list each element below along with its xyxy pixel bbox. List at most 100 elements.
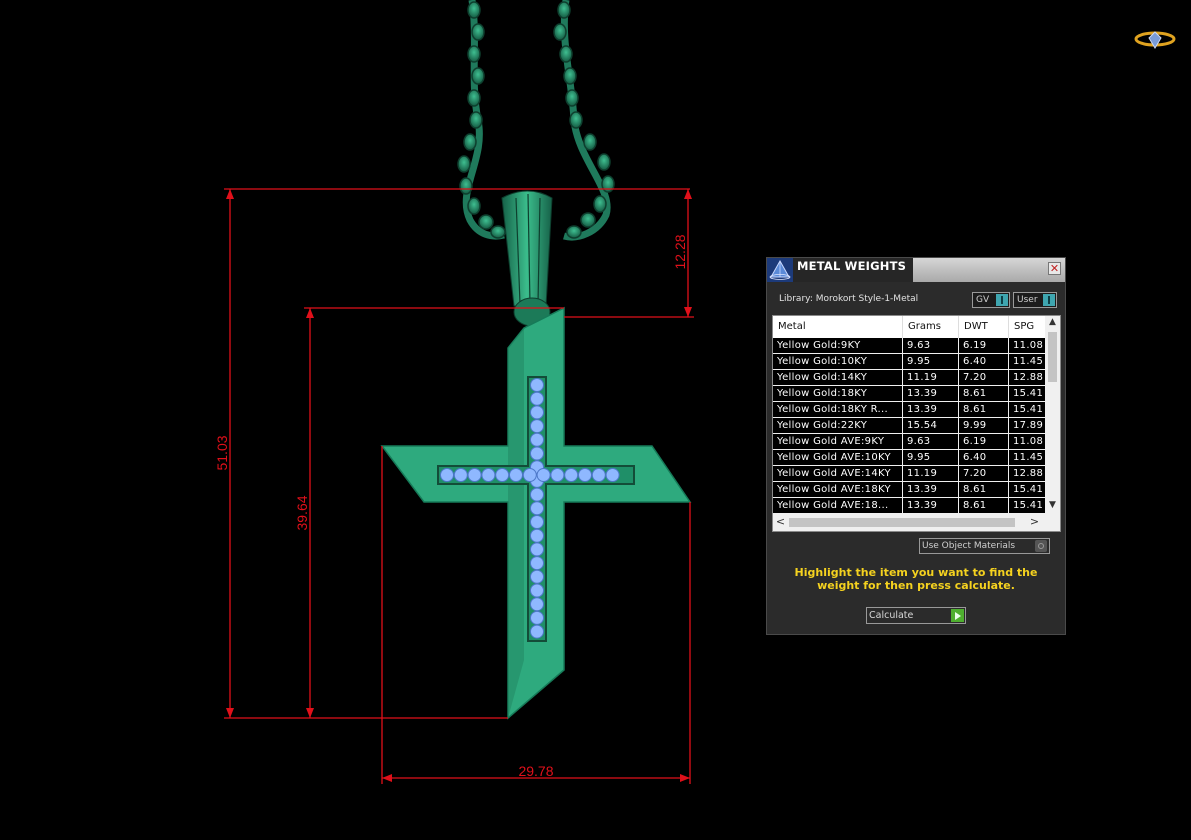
spg-cell: 15.41 (1009, 402, 1045, 417)
metal-cell: Yellow Gold:22KY (773, 418, 902, 433)
table-row[interactable]: Yellow Gold:18KY R... 13.39 8.61 15.41 (773, 402, 1045, 418)
table-row[interactable]: Yellow Gold AVE:14KY 11.19 7.20 12.88 (773, 466, 1045, 482)
table-body: Yellow Gold:9KY 9.63 6.19 11.08 Yellow Gold:… (773, 338, 1045, 514)
table-row[interactable]: Yellow Gold AVE:18... 13.39 8.61 15.41 (773, 498, 1045, 514)
dwt-cell: 8.61 (959, 402, 1008, 417)
grams-cell: 9.95 (903, 354, 958, 369)
dim-cross-height: 39.64 (294, 495, 310, 530)
table-row[interactable]: Yellow Gold:9KY 9.63 6.19 11.08 (773, 338, 1045, 354)
scroll-down-icon[interactable]: ▼ (1045, 500, 1060, 510)
stone (467, 468, 482, 482)
stone (509, 468, 523, 482)
table-row[interactable]: Yellow Gold:14KY 11.19 7.20 12.88 (773, 370, 1045, 386)
stone (530, 597, 544, 612)
calculate-button[interactable]: Calculate (866, 607, 966, 624)
table-row[interactable]: Yellow Gold AVE:18KY 13.39 8.61 15.41 (773, 482, 1045, 498)
user-toggle-label: User (1017, 295, 1038, 305)
panel-titlebar[interactable]: METAL WEIGHTS ✕ (767, 258, 1065, 282)
toggle-knob-icon (1043, 294, 1055, 306)
grams-cell: 13.39 (903, 402, 958, 417)
vertical-scrollbar[interactable]: ▲ ▼ (1045, 316, 1060, 514)
dwt-cell: 6.40 (959, 450, 1008, 465)
spg-cell: 15.41 (1009, 386, 1045, 401)
stone (591, 468, 606, 482)
stone (530, 501, 544, 516)
grams-cell: 11.19 (903, 466, 958, 481)
metal-cell: Yellow Gold AVE:18... (773, 498, 902, 513)
stone (453, 468, 468, 482)
vertical-scroll-thumb[interactable] (1048, 332, 1057, 382)
stone (550, 468, 565, 482)
stone (530, 528, 544, 543)
metal-cell: Yellow Gold AVE:9KY (773, 434, 902, 449)
spg-cell: 12.88 (1009, 466, 1045, 481)
dim-bail-height: 12.28 (672, 234, 688, 269)
scroll-left-icon[interactable]: < (773, 515, 788, 528)
stone (578, 468, 592, 482)
stone (530, 515, 544, 529)
table-row[interactable]: Yellow Gold AVE:9KY 9.63 6.19 11.08 (773, 434, 1045, 450)
dwt-cell: 6.19 (959, 338, 1008, 353)
grams-cell: 13.39 (903, 482, 958, 497)
metal-cell: Yellow Gold:18KY (773, 386, 902, 401)
scroll-right-icon[interactable]: > (1027, 515, 1042, 528)
dwt-cell: 7.20 (959, 370, 1008, 385)
stone (530, 583, 544, 598)
horizontal-scroll-thumb[interactable] (789, 518, 1015, 527)
stone (530, 378, 544, 392)
metal-table[interactable]: Metal Grams DWT SPG Yellow Gold:9KY 9.63 6… (772, 315, 1061, 532)
stone (530, 624, 544, 639)
dwt-cell: 7.20 (959, 466, 1008, 481)
table-row[interactable]: Yellow Gold:22KY 15.54 9.99 17.89 (773, 418, 1045, 434)
stone (530, 419, 544, 434)
grams-cell: 9.63 (903, 434, 958, 449)
stone (530, 391, 544, 406)
stone (530, 487, 544, 502)
library-label: Library: Morokort Style-1-Metal (779, 294, 919, 304)
stone (495, 468, 510, 482)
metal-weights-panel: METAL WEIGHTS ✕ Library: Morokort Style-… (766, 257, 1066, 635)
spg-cell: 12.88 (1009, 370, 1045, 385)
radio-icon (1035, 540, 1047, 552)
metal-cell: Yellow Gold:10KY (773, 354, 902, 369)
pyramid-icon (767, 258, 793, 282)
dim-cross-width: 29.78 (518, 763, 553, 779)
spg-cell: 11.08 (1009, 434, 1045, 449)
table-row[interactable]: Yellow Gold AVE:10KY 9.95 6.40 11.45 (773, 450, 1045, 466)
gv-toggle-label: GV (976, 295, 990, 305)
spg-cell: 15.41 (1009, 498, 1045, 513)
dwt-cell: 9.99 (959, 418, 1008, 433)
spg-cell: 11.45 (1009, 354, 1045, 369)
grams-cell: 15.54 (903, 418, 958, 433)
column-header-metal[interactable]: Metal (773, 316, 903, 338)
calculate-label: Calculate (869, 610, 914, 621)
stone (536, 468, 551, 482)
column-header-grams[interactable]: Grams (903, 316, 959, 338)
user-toggle[interactable]: User (1013, 292, 1057, 308)
grams-cell: 13.39 (903, 386, 958, 401)
stone (564, 468, 579, 482)
stone (481, 468, 496, 482)
grams-cell: 9.63 (903, 338, 958, 353)
spg-cell: 17.89 (1009, 418, 1045, 433)
use-object-materials-label: Use Object Materials (922, 541, 1016, 551)
use-object-materials-button[interactable]: Use Object Materials (919, 538, 1050, 554)
column-header-spg[interactable]: SPG (1009, 316, 1045, 338)
scroll-up-icon[interactable]: ▲ (1045, 317, 1060, 327)
instruction-text: Highlight the item you want to find the … (794, 566, 1038, 592)
metal-cell: Yellow Gold:18KY R... (773, 402, 902, 417)
stone (530, 446, 544, 461)
column-header-dwt[interactable]: DWT (959, 316, 1009, 338)
dim-overall-height: 51.03 (214, 435, 230, 470)
stone (530, 610, 544, 625)
table-row[interactable]: Yellow Gold:10KY 9.95 6.40 11.45 (773, 354, 1045, 370)
stone (522, 468, 537, 482)
table-row[interactable]: Yellow Gold:18KY 13.39 8.61 15.41 (773, 386, 1045, 402)
grams-cell: 11.19 (903, 370, 958, 385)
dwt-cell: 8.61 (959, 498, 1008, 513)
stone (530, 542, 544, 557)
spg-cell: 11.08 (1009, 338, 1045, 353)
close-button[interactable]: ✕ (1048, 262, 1061, 275)
horizontal-scrollbar[interactable]: < > (773, 514, 1060, 531)
gv-toggle[interactable]: GV (972, 292, 1010, 308)
